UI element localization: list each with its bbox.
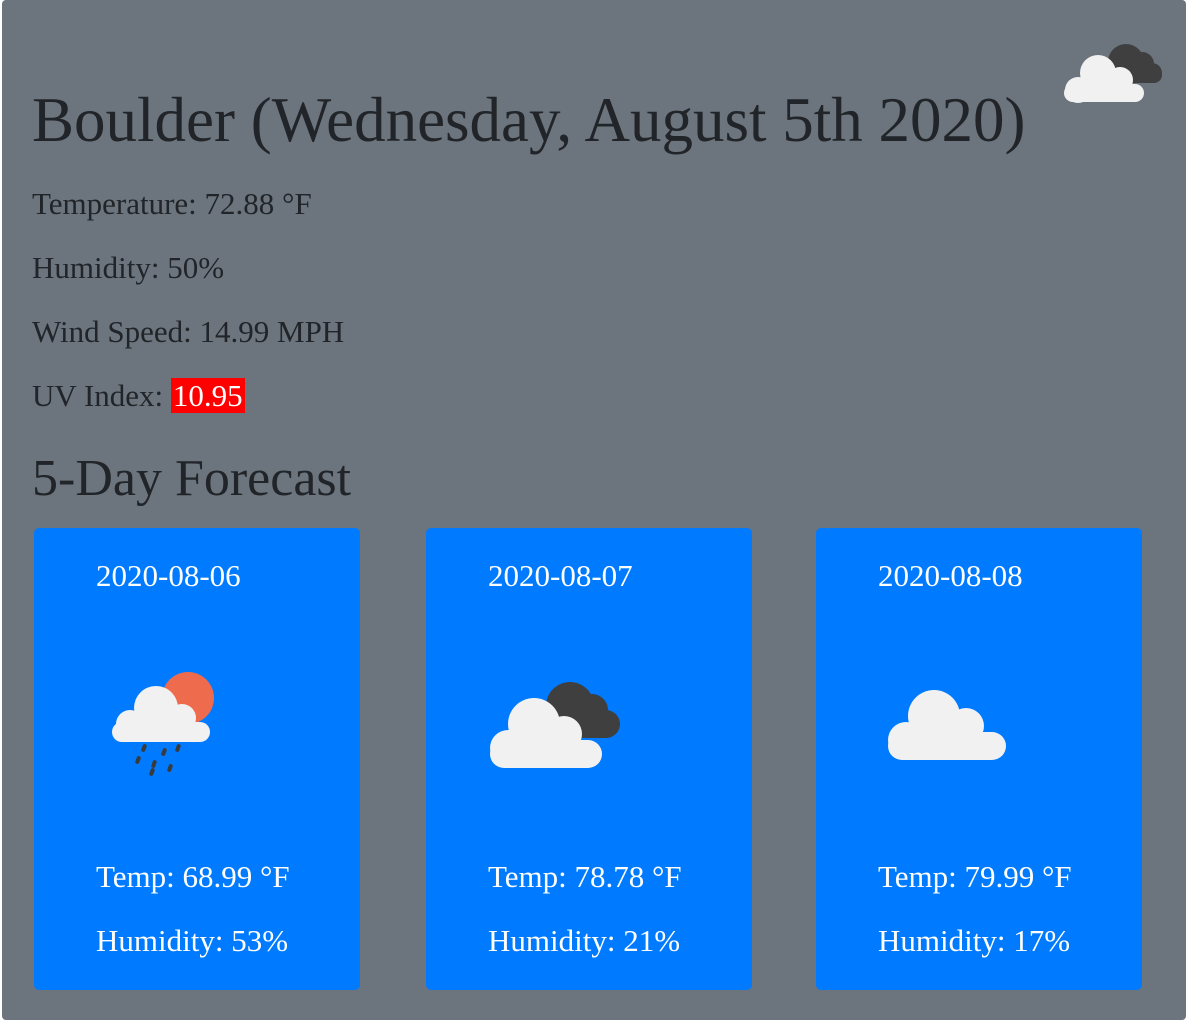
forecast-date: 2020-08-06: [96, 558, 241, 593]
forecast-card: 2020-08-08 Temp: 79.99 °F Humidity: 17%: [816, 528, 1142, 990]
wind-speed-text: Wind Speed: 14.99 MPH: [32, 314, 345, 349]
broken-clouds-icon: [490, 682, 620, 768]
forecast-date: 2020-08-07: [488, 558, 633, 593]
forecast-temp: Temp: 78.78 °F: [488, 859, 682, 894]
temperature-text: Temperature: 72.88 °F: [32, 186, 312, 221]
forecast-temp: Temp: 79.99 °F: [878, 859, 1072, 894]
rain-with-sun-icon: [112, 672, 214, 776]
forecast-card: 2020-08-07 Temp: 78.78 °F Humidity: 21%: [426, 528, 752, 990]
uv-index-row: UV Index: 10.95: [32, 378, 245, 414]
forecast-humidity: Humidity: 17%: [878, 923, 1071, 958]
forecast-date: 2020-08-08: [878, 558, 1023, 593]
cloud-icon: [888, 690, 1006, 760]
current-weather-panel: Boulder (Wednesday, August 5th 2020) Tem…: [2, 0, 1186, 1020]
forecast-title: 5-Day Forecast: [32, 450, 352, 507]
forecast-temp: Temp: 68.99 °F: [96, 859, 290, 894]
uv-index-label: UV Index:: [32, 378, 171, 413]
uv-index-badge: 10.95: [170, 378, 245, 413]
forecast-card: 2020-08-06 Temp: 68.99 °F Humidity: 53%: [34, 528, 360, 990]
forecast-humidity: Humidity: 53%: [96, 923, 289, 958]
forecast-humidity: Humidity: 21%: [488, 923, 681, 958]
humidity-text: Humidity: 50%: [32, 250, 225, 285]
city-title: Boulder (Wednesday, August 5th 2020): [32, 85, 1026, 155]
broken-clouds-icon: [1064, 44, 1162, 103]
